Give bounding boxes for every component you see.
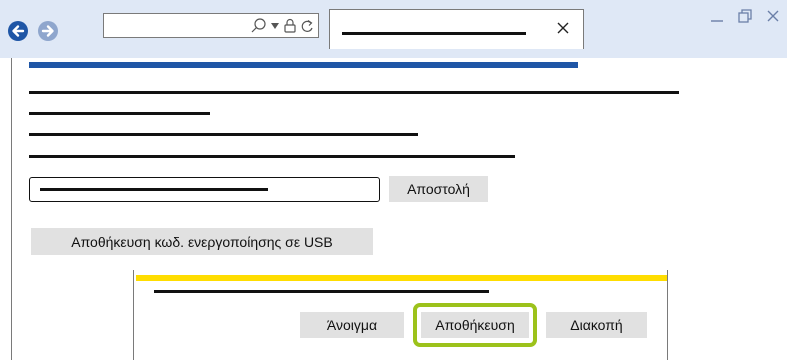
window-close-button[interactable] — [761, 5, 785, 27]
dialog-accent-bar — [136, 275, 667, 281]
minimize-icon — [711, 20, 723, 22]
browser-tab[interactable] — [329, 9, 584, 49]
dropdown-icon[interactable] — [270, 21, 280, 31]
forward-button[interactable] — [38, 21, 58, 41]
dialog-text-placeholder — [154, 290, 489, 293]
address-bar[interactable] — [103, 13, 319, 38]
tab-title-placeholder — [342, 32, 526, 35]
cancel-button[interactable]: Διακοπή — [546, 312, 647, 338]
lock-icon — [284, 18, 296, 33]
text-placeholder — [29, 112, 210, 115]
text-placeholder — [29, 91, 679, 94]
back-button[interactable] — [8, 21, 28, 41]
text-placeholder — [29, 155, 515, 158]
refresh-icon[interactable] — [300, 18, 314, 34]
search-icon[interactable] — [249, 17, 267, 35]
text-placeholder — [29, 133, 418, 136]
close-icon[interactable] — [555, 20, 571, 36]
send-button[interactable]: Αποστολή — [389, 176, 488, 202]
open-button[interactable]: Άνοιγμα — [300, 312, 404, 338]
arrow-left-icon — [12, 25, 25, 37]
code-input[interactable] — [29, 177, 380, 202]
close-icon — [767, 10, 779, 22]
maximize-icon — [738, 9, 752, 23]
input-value-placeholder — [40, 188, 268, 191]
header-accent-bar — [29, 62, 578, 68]
save-button[interactable]: Αποθήκευση — [421, 312, 529, 338]
arrow-right-icon — [41, 25, 54, 37]
maximize-button[interactable] — [733, 5, 757, 27]
minimize-button[interactable] — [705, 5, 729, 27]
save-to-usb-button[interactable]: Αποθήκευση κωδ. ενεργοποίησης σε USB — [31, 228, 373, 255]
window-controls — [705, 5, 785, 27]
